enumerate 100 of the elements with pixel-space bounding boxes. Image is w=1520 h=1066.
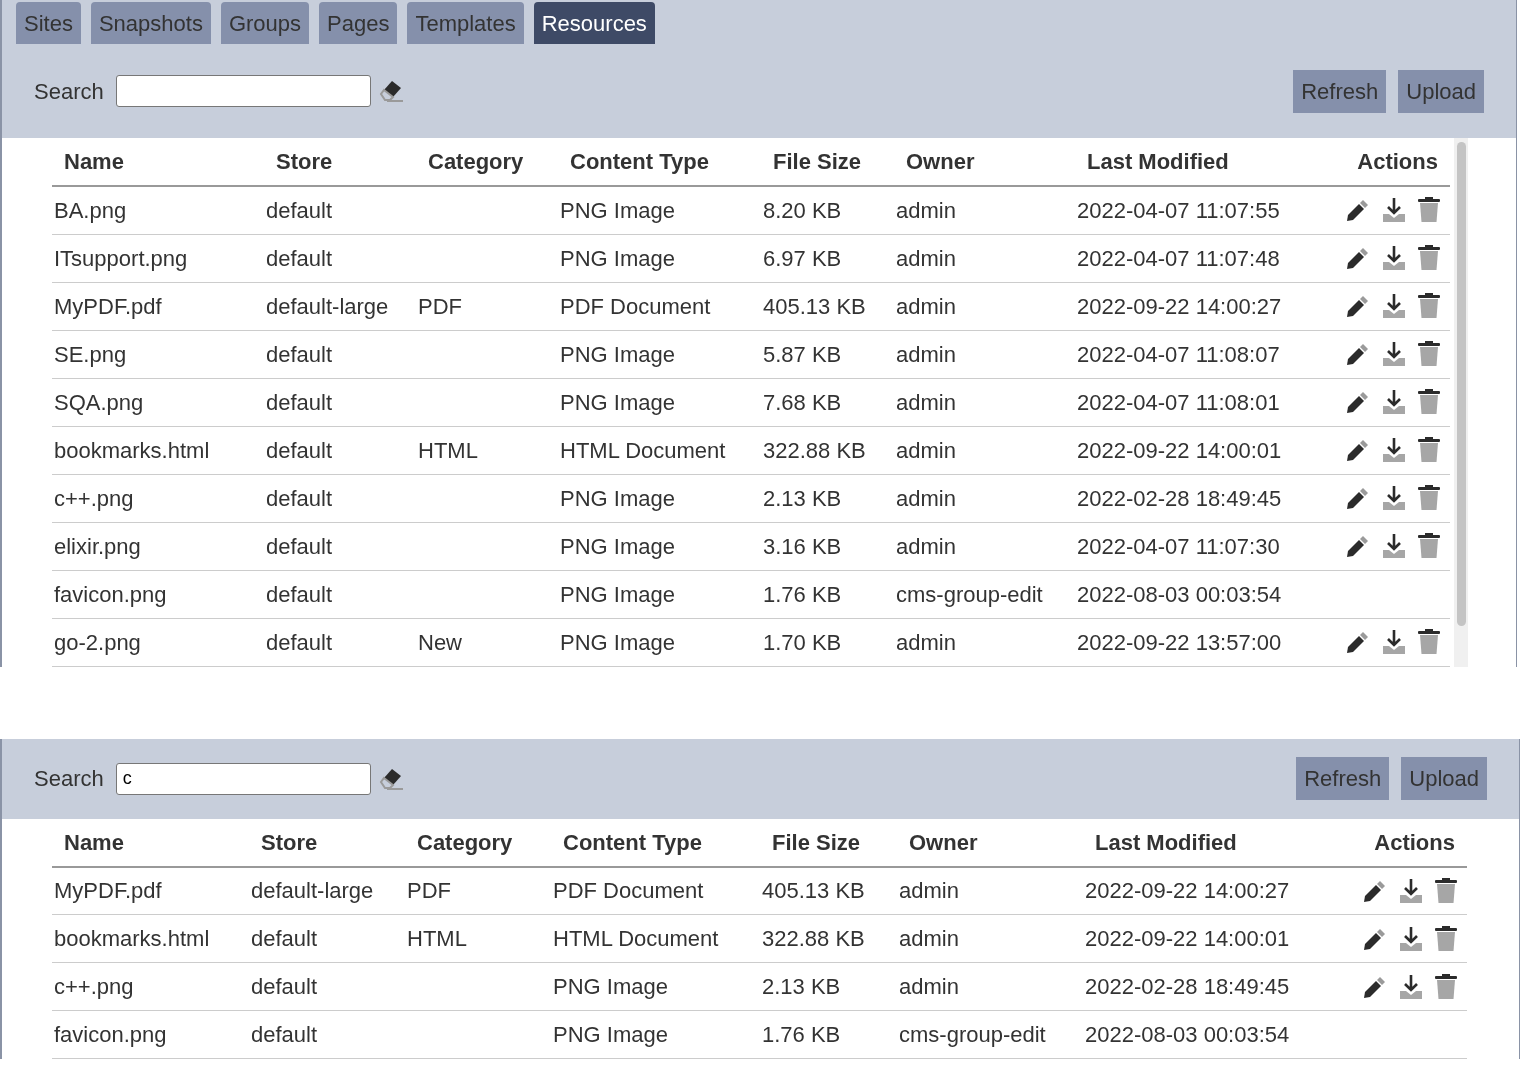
table-cell: 2022-09-22 14:00:01 — [1075, 426, 1339, 474]
download-icon[interactable] — [1382, 341, 1406, 367]
upload-button[interactable]: Upload — [1401, 757, 1487, 800]
refresh-button[interactable]: Refresh — [1296, 757, 1390, 800]
table-cell: default — [249, 1010, 405, 1059]
table-cell: default — [249, 962, 405, 1011]
table-cell: PNG Image — [558, 234, 761, 282]
pencil-icon[interactable] — [1346, 486, 1370, 510]
tab[interactable]: Templates — [407, 2, 524, 44]
pencil-icon[interactable] — [1363, 926, 1387, 951]
scrollbar[interactable] — [1454, 138, 1468, 667]
eraser-icon[interactable] — [378, 766, 405, 791]
table-cell: 2.13 KB — [760, 962, 897, 1011]
table-cell: go-2.png — [52, 618, 264, 666]
tab[interactable]: Sites — [16, 2, 81, 44]
download-icon[interactable] — [1382, 485, 1406, 511]
table-cell: HTML Document — [558, 426, 761, 474]
download-icon[interactable] — [1399, 925, 1423, 952]
table-cell: 5.87 KB — [761, 330, 894, 378]
column-header: Name — [52, 138, 264, 186]
download-icon[interactable] — [1382, 389, 1406, 415]
pencil-icon[interactable] — [1346, 342, 1370, 366]
trash-icon[interactable] — [1418, 389, 1440, 415]
pencil-icon[interactable] — [1346, 198, 1370, 223]
trash-icon[interactable] — [1418, 245, 1440, 271]
table-cell: 2022-04-07 11:07:48 — [1075, 234, 1339, 282]
table-cell: admin — [894, 426, 1075, 474]
trash-icon[interactable] — [1418, 341, 1440, 367]
tab[interactable]: Groups — [220, 2, 310, 44]
table-cell: PNG Image — [558, 378, 761, 426]
pencil-icon[interactable] — [1346, 438, 1370, 462]
table-cell: admin — [894, 618, 1075, 666]
trash-icon[interactable] — [1435, 877, 1457, 904]
download-icon[interactable] — [1382, 437, 1406, 463]
pencil-icon[interactable] — [1363, 974, 1387, 999]
table-cell: admin — [894, 234, 1075, 282]
table-cell: HTML — [405, 914, 551, 963]
download-icon[interactable] — [1382, 629, 1406, 655]
trash-icon[interactable] — [1418, 533, 1440, 559]
pencil-icon[interactable] — [1363, 878, 1387, 903]
table-cell: PNG Image — [558, 330, 761, 378]
search-field[interactable]: c — [115, 762, 371, 795]
table-cell: HTML Document — [551, 914, 760, 963]
pencil-icon[interactable] — [1346, 294, 1370, 318]
table-cell: PNG Image — [558, 570, 761, 618]
download-icon[interactable] — [1382, 293, 1406, 319]
table-cell: PDF Document — [551, 866, 760, 915]
download-icon[interactable] — [1399, 973, 1423, 1000]
table-cell: PDF Document — [558, 282, 761, 330]
column-header: Actions — [1339, 138, 1450, 186]
download-icon[interactable] — [1399, 877, 1423, 904]
trash-icon[interactable] — [1435, 973, 1457, 1000]
trash-icon[interactable] — [1418, 485, 1440, 511]
pencil-icon[interactable] — [1346, 390, 1370, 414]
table-cell: default — [264, 426, 416, 474]
upload-button[interactable]: Upload — [1398, 69, 1484, 113]
table-cell: 1.70 KB — [761, 618, 894, 666]
tab[interactable]: Snapshots — [90, 2, 211, 44]
table-cell: BA.png — [52, 186, 264, 234]
download-icon[interactable] — [1382, 533, 1406, 559]
search-field[interactable] — [115, 75, 371, 107]
search-label: Search — [34, 77, 104, 106]
table-cell: default — [264, 618, 416, 666]
table-cell: default — [264, 474, 416, 522]
table-cell: SE.png — [52, 330, 264, 378]
table-cell: admin — [897, 962, 1083, 1011]
pencil-icon[interactable] — [1346, 246, 1370, 270]
pencil-icon[interactable] — [1346, 534, 1370, 558]
column-header: Actions — [1349, 818, 1467, 867]
column-header: Store — [249, 818, 405, 867]
table-cell: ITsupport.png — [52, 234, 264, 282]
table-cell: favicon.png — [52, 570, 264, 618]
tab[interactable]: Resources — [533, 2, 655, 44]
table-cell: elixir.png — [52, 522, 264, 570]
table-cell: HTML — [416, 426, 558, 474]
trash-icon[interactable] — [1418, 293, 1440, 319]
download-icon[interactable] — [1382, 245, 1406, 271]
table-cell: MyPDF.pdf — [52, 282, 264, 330]
trash-icon[interactable] — [1418, 629, 1440, 655]
trash-icon[interactable] — [1435, 925, 1457, 952]
table-cell: bookmarks.html — [52, 914, 249, 963]
refresh-button[interactable]: Refresh — [1293, 69, 1387, 113]
table-cell: default — [249, 914, 405, 963]
table-cell: c++.png — [52, 474, 264, 522]
table-cell: default — [264, 234, 416, 282]
trash-icon[interactable] — [1418, 437, 1440, 463]
table-cell: 2022-08-03 00:03:54 — [1075, 570, 1339, 618]
download-icon[interactable] — [1382, 197, 1406, 224]
column-header: Owner — [894, 138, 1075, 186]
trash-icon[interactable] — [1418, 197, 1440, 224]
table-cell: PNG Image — [551, 962, 760, 1011]
eraser-icon[interactable] — [378, 79, 405, 103]
table-cell: PDF — [416, 282, 558, 330]
table-cell: 2022-09-22 14:00:01 — [1083, 914, 1349, 963]
tab[interactable]: Pages — [319, 2, 398, 44]
table-cell: PNG Image — [558, 618, 761, 666]
pencil-icon[interactable] — [1346, 630, 1370, 654]
table-cell: admin — [897, 866, 1083, 915]
table-cell: default-large — [264, 282, 416, 330]
table-cell: cms-group-edit — [894, 570, 1075, 618]
